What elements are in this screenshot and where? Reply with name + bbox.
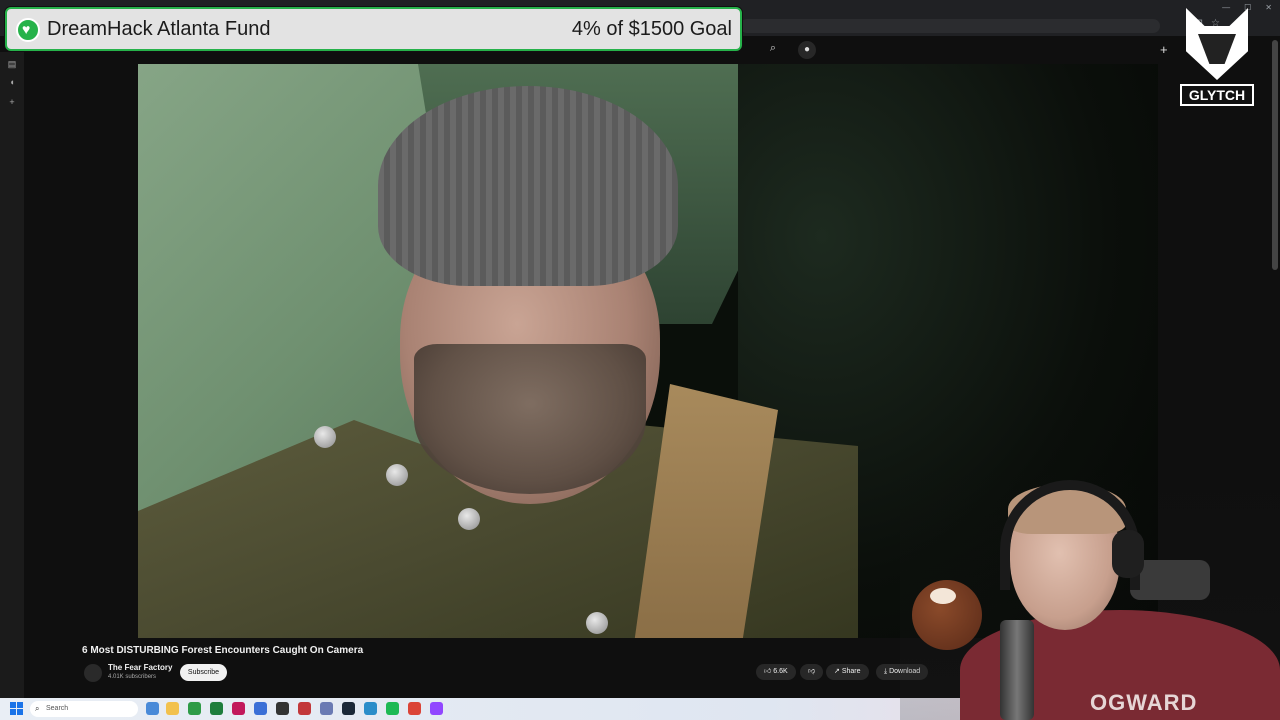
like-count: 6.6K bbox=[773, 668, 788, 675]
taskbar-app-icon[interactable] bbox=[254, 702, 267, 715]
browser-side-rail: ▤ ◖ + bbox=[0, 52, 24, 702]
fund-goal-banner: DreamHack Atlanta Fund 4% of $1500 Goal bbox=[5, 7, 742, 51]
taskbar-app-icon[interactable] bbox=[386, 702, 399, 715]
jacket-snap bbox=[386, 464, 408, 486]
stream-screen: ⊞ ☆ — ☐ ✕ ⌕ ● + ▤ ◖ + 6 Most DISTURBING … bbox=[0, 0, 1280, 720]
channel-logo: GLYTCH bbox=[1180, 6, 1254, 108]
taskbar-app-icon[interactable] bbox=[364, 702, 377, 715]
search-icon[interactable]: ⌕ bbox=[760, 42, 786, 58]
jacket-snap bbox=[314, 426, 336, 448]
dislike-icon: 👎︎ bbox=[808, 668, 816, 675]
taskbar-app-icon[interactable] bbox=[188, 702, 201, 715]
page-scrollbar[interactable] bbox=[1272, 40, 1278, 270]
create-icon[interactable]: + bbox=[1160, 42, 1168, 57]
fund-goal: 4% of $1500 Goal bbox=[571, 18, 732, 40]
like-button[interactable]: 👍︎ 6.6K bbox=[756, 664, 796, 680]
fund-title: DreamHack Atlanta Fund bbox=[47, 18, 271, 40]
video-beard bbox=[414, 344, 646, 494]
taskbar-app-icon[interactable] bbox=[232, 702, 245, 715]
headset-earcup bbox=[1112, 530, 1144, 578]
taskbar-app-icon[interactable] bbox=[146, 702, 159, 715]
share-button[interactable]: ↗ Share bbox=[826, 664, 869, 680]
rail-audio-icon[interactable]: ◖ bbox=[6, 76, 18, 88]
plush-face bbox=[930, 588, 956, 604]
dislike-button[interactable]: 👎︎ bbox=[800, 664, 824, 680]
rail-doc-icon[interactable]: ▤ bbox=[6, 58, 18, 70]
channel-name[interactable]: The Fear Factory bbox=[108, 663, 172, 672]
video-title: 6 Most DISTURBING Forest Encounters Caug… bbox=[82, 645, 364, 656]
rail-add-icon[interactable]: + bbox=[6, 96, 18, 108]
taskbar-search[interactable]: ⌕ Search bbox=[30, 701, 138, 717]
search-icon: ⌕ bbox=[35, 704, 40, 713]
beanie bbox=[378, 86, 678, 286]
heart-icon bbox=[16, 18, 40, 42]
close-icon[interactable]: ✕ bbox=[1265, 3, 1272, 12]
mic-icon[interactable]: ● bbox=[798, 41, 816, 59]
channel-avatar[interactable] bbox=[84, 664, 102, 682]
shirt-text: OGWARD bbox=[1090, 690, 1198, 715]
like-icon: 👍︎ bbox=[764, 668, 772, 675]
microphone-icon bbox=[1000, 620, 1034, 720]
streamer-webcam: OGWARD bbox=[900, 470, 1280, 720]
subscriber-count: 4.01K subscribers bbox=[108, 674, 157, 680]
taskbar-app-icon[interactable] bbox=[210, 702, 223, 715]
taskbar-steam-icon[interactable] bbox=[342, 702, 355, 715]
address-bar[interactable] bbox=[740, 19, 1160, 33]
taskbar-chrome-icon[interactable] bbox=[408, 702, 421, 715]
taskbar-app-icon[interactable] bbox=[298, 702, 311, 715]
windows-start-icon[interactable] bbox=[10, 702, 23, 715]
taskbar-app-icon[interactable] bbox=[320, 702, 333, 715]
taskbar-folder-icon[interactable] bbox=[166, 702, 179, 715]
taskbar-app-icon[interactable] bbox=[276, 702, 289, 715]
download-icon: ⤓ bbox=[884, 668, 888, 675]
subscribe-button[interactable]: Subscribe bbox=[180, 664, 227, 681]
logo-text: GLYTCH bbox=[1180, 84, 1254, 106]
share-icon: ↗ bbox=[834, 668, 840, 675]
jacket-snap bbox=[586, 612, 608, 634]
taskbar-search-placeholder: Search bbox=[46, 705, 69, 712]
jacket-snap bbox=[458, 508, 480, 530]
taskbar-app-icon[interactable] bbox=[430, 702, 443, 715]
share-label: Share bbox=[841, 668, 861, 675]
